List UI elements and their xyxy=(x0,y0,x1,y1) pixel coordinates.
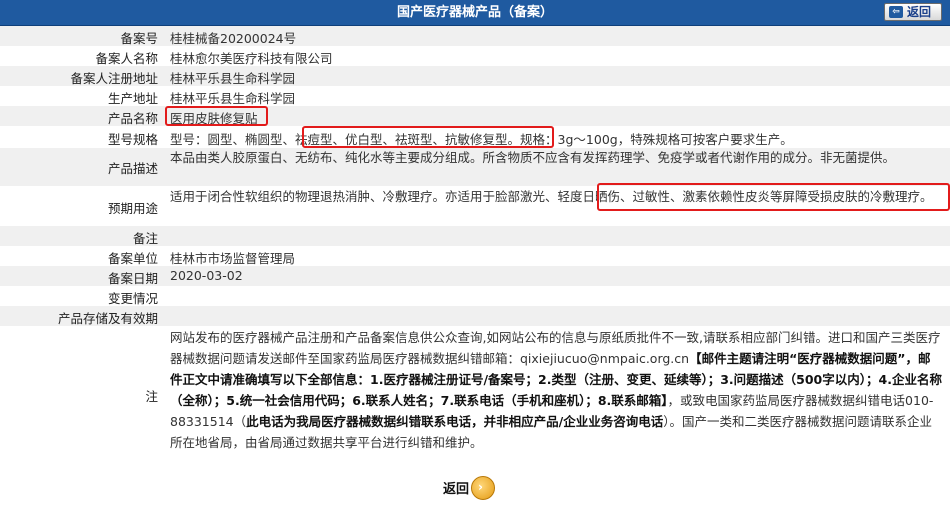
page-title: 国产医疗器械产品（备案） xyxy=(396,5,553,20)
note-label: 注 xyxy=(145,389,158,404)
title-bar: 国产医疗器械产品（备案） ⇦ 返回 xyxy=(0,0,950,26)
back-button-bottom[interactable]: 返回 › xyxy=(437,474,495,500)
field-label: 备案人注册地址 xyxy=(70,71,158,86)
field-label: 产品名称 xyxy=(107,111,158,126)
highlight-box xyxy=(302,126,554,148)
field-row-filing-date: 备案日期 2020-03-02 xyxy=(0,266,950,286)
highlight-box xyxy=(165,106,268,126)
field-label: 备案人名称 xyxy=(95,51,158,66)
field-label: 变更情况 xyxy=(107,291,158,306)
field-value: 型号：圆型、椭圆型、祛痘型、优白型、祛斑型、抗敏修复型。规格：3g～100g，特… xyxy=(170,129,944,148)
back-button-top[interactable]: ⇦ 返回 xyxy=(884,3,942,21)
note-row: 注 网站发布的医疗器械产品注册和产品备案信息供公众查询,如网站公布的信息与原纸质… xyxy=(0,326,950,470)
field-label: 备注 xyxy=(132,231,158,246)
field-row-filing-unit: 备案单位 桂林市市场监督管理局 xyxy=(0,246,950,266)
field-label: 备案日期 xyxy=(107,271,158,286)
note-text: 网站发布的医疗器械产品注册和产品备案信息供公众查询,如网站公布的信息与原纸质批件… xyxy=(170,327,942,453)
field-row-registrant-name: 备案人名称 桂林愈尔美医疗科技有限公司 xyxy=(0,46,950,66)
field-value: 桂林市市场监督管理局 xyxy=(170,251,296,266)
field-value: 桂桂械备20200024号 xyxy=(170,31,297,46)
field-row-storage-validity: 产品存储及有效期 xyxy=(0,306,950,326)
field-label: 产品描述 xyxy=(107,161,158,176)
field-value: 桂林平乐县生命科学园 xyxy=(170,91,296,106)
field-label: 备案单位 xyxy=(107,251,158,266)
field-value: 医用皮肤修复贴 xyxy=(170,111,258,126)
field-row-model-spec: 型号规格 型号：圆型、椭圆型、祛痘型、优白型、祛斑型、抗敏修复型。规格：3g～1… xyxy=(0,126,950,148)
field-label: 产品存储及有效期 xyxy=(57,311,158,326)
field-row-remarks: 备注 xyxy=(0,226,950,246)
field-row-product-description: 产品描述 本品由类人胶原蛋白、无纺布、纯化水等主要成分组成。所含物质不应含有发挥… xyxy=(0,148,950,186)
back-button-label: 返回 xyxy=(907,5,932,19)
field-row-intended-use: 预期用途 适用于闭合性软组织的物理退热消肿、冷敷理疗。亦适用于脸部激光、轻度日晒… xyxy=(0,183,950,226)
field-label: 预期用途 xyxy=(107,201,158,216)
field-row-filing-number: 备案号 桂桂械备20200024号 xyxy=(0,26,950,46)
field-row-registrant-address: 备案人注册地址 桂林平乐县生命科学园 xyxy=(0,66,950,86)
field-label: 型号规格 xyxy=(107,132,158,147)
highlight-box xyxy=(597,183,950,211)
note-part-4: 此电话为我局医疗器械数据纠错联系电话，并非相应产品/企业业务咨询电话 xyxy=(246,414,664,429)
field-value: 桂林平乐县生命科学园 xyxy=(170,71,296,86)
back-button-bottom-label: 返回 xyxy=(443,482,470,497)
field-label: 备案号 xyxy=(120,31,158,46)
field-label: 生产地址 xyxy=(107,91,158,106)
field-row-product-name: 产品名称 医用皮肤修复贴 xyxy=(0,106,950,126)
back-arrow-icon: ⇦ xyxy=(889,6,903,18)
use-text-a: 适用于闭合性软组织的物理退热消肿、冷敷理疗。亦适用于脸部激光、 xyxy=(170,189,558,204)
model-text-a: 型号：圆型、椭圆型、 xyxy=(170,132,296,147)
field-row-production-address: 生产地址 桂林平乐县生命科学园 xyxy=(0,86,950,106)
field-row-change-history: 变更情况 xyxy=(0,286,950,306)
field-value: 2020-03-02 xyxy=(170,268,243,283)
field-value: 桂林愈尔美医疗科技有限公司 xyxy=(170,51,333,66)
field-value: 本品由类人胶原蛋白、无纺布、纯化水等主要成分组成。所含物质不应含有发挥药理学、免… xyxy=(170,150,896,165)
arrow-circle-icon: › xyxy=(471,476,495,500)
